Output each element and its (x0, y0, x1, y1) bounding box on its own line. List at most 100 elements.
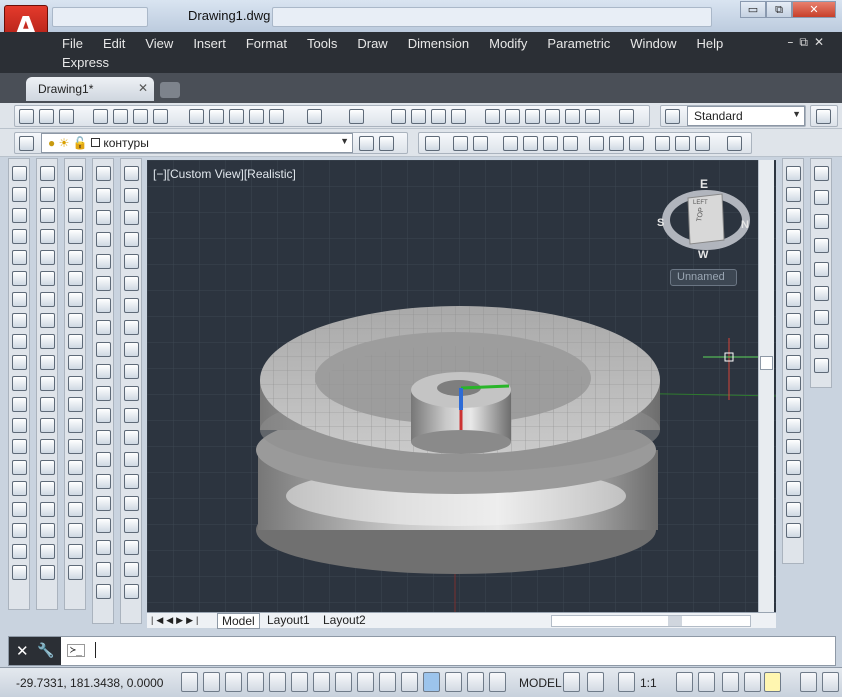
tool-icon[interactable] (68, 334, 83, 349)
design-center-icon[interactable] (505, 109, 520, 124)
tool-icon[interactable] (96, 474, 111, 489)
tool-icon[interactable] (96, 166, 111, 181)
tool-icon[interactable] (124, 188, 139, 203)
paste-icon[interactable] (229, 109, 244, 124)
z-axis-vector-icon[interactable] (589, 136, 604, 151)
make-current-layer-icon[interactable] (359, 136, 374, 151)
menu-edit[interactable]: Edit (93, 34, 135, 53)
tool-icon[interactable] (68, 502, 83, 517)
quick-properties-icon[interactable] (445, 672, 462, 692)
tool-icon[interactable] (96, 584, 111, 599)
tool-icon[interactable] (96, 320, 111, 335)
polar-tracking-icon[interactable] (269, 672, 286, 692)
tab-layout2[interactable]: Layout2 (319, 613, 370, 629)
tool-icon[interactable] (124, 210, 139, 225)
info-center-search[interactable] (272, 7, 712, 27)
tool-icon[interactable] (786, 166, 801, 181)
new-tab-button[interactable] (160, 82, 180, 98)
tool-icon[interactable] (68, 418, 83, 433)
tool-icon[interactable] (96, 386, 111, 401)
tool-icon[interactable] (68, 313, 83, 328)
tool-icon[interactable] (124, 584, 139, 599)
dynamic-ucs-icon[interactable] (357, 672, 374, 692)
object-snap-tracking-icon[interactable] (335, 672, 352, 692)
tool-icon[interactable] (40, 271, 55, 286)
tool-icon[interactable] (786, 271, 801, 286)
tab-layout1[interactable]: Layout1 (263, 613, 314, 629)
ucs-icon[interactable] (425, 136, 440, 151)
dimension-style-icon[interactable] (816, 109, 831, 124)
menu-express[interactable]: Express (52, 53, 119, 72)
copy-icon[interactable] (209, 109, 224, 124)
tool-icon[interactable] (96, 452, 111, 467)
tool-icon[interactable] (68, 439, 83, 454)
tool-icon[interactable] (96, 254, 111, 269)
tool-icon[interactable] (40, 502, 55, 517)
new-icon[interactable] (19, 109, 34, 124)
tool-icon[interactable] (124, 430, 139, 445)
tool-icon[interactable] (814, 214, 829, 229)
tool-icon[interactable] (96, 188, 111, 203)
tool-icon[interactable] (68, 166, 83, 181)
lineweight-icon[interactable] (401, 672, 418, 692)
tool-icon[interactable] (96, 298, 111, 313)
tool-icon[interactable] (12, 208, 27, 223)
quick-access-bar[interactable] (52, 7, 148, 27)
tool-icon[interactable] (96, 518, 111, 533)
tool-icon[interactable] (68, 229, 83, 244)
tool-icon[interactable] (124, 232, 139, 247)
tool-icon[interactable] (814, 238, 829, 253)
close-icon[interactable]: ✕ (16, 642, 29, 660)
tool-icon[interactable] (40, 187, 55, 202)
tool-icon[interactable] (40, 355, 55, 370)
tool-icon[interactable] (814, 310, 829, 325)
tool-icon[interactable] (124, 452, 139, 467)
tool-icon[interactable] (12, 313, 27, 328)
sheet-set-icon[interactable] (545, 109, 560, 124)
tool-icon[interactable] (786, 208, 801, 223)
isolate-objects-icon[interactable] (800, 672, 817, 692)
tool-icon[interactable] (68, 208, 83, 223)
infer-constraints-icon[interactable] (181, 672, 198, 692)
tool-icon[interactable] (40, 523, 55, 538)
tool-icon[interactable] (40, 376, 55, 391)
tool-icon[interactable] (68, 544, 83, 559)
selection-cycling-icon[interactable] (467, 672, 484, 692)
menu-parametric[interactable]: Parametric (537, 34, 620, 53)
doc-tab-drawing1[interactable]: Drawing1* ✕ (26, 77, 154, 101)
tool-icon[interactable] (124, 562, 139, 577)
save-icon[interactable] (59, 109, 74, 124)
plot-icon[interactable] (133, 109, 148, 124)
command-prompt-icon[interactable]: ≻_ (67, 644, 86, 657)
layer-properties-icon[interactable] (19, 136, 34, 151)
tool-icon[interactable] (786, 292, 801, 307)
tool-icon[interactable] (786, 187, 801, 202)
quick-view-drawings-icon[interactable] (587, 672, 604, 692)
tool-icon[interactable] (12, 355, 27, 370)
menu-help[interactable]: Help (687, 34, 734, 53)
tool-icon[interactable] (786, 355, 801, 370)
tool-icon[interactable] (786, 418, 801, 433)
tool-icon[interactable] (12, 397, 27, 412)
tool-icon[interactable] (12, 565, 27, 580)
tool-icon[interactable] (124, 320, 139, 335)
zoom-realtime-icon[interactable] (411, 109, 426, 124)
horizontal-scroll-thumb[interactable] (668, 616, 682, 626)
tool-icon[interactable] (124, 342, 139, 357)
tool-icon[interactable] (68, 397, 83, 412)
vertical-scroll-thumb[interactable] (760, 356, 773, 370)
print-preview-icon[interactable] (113, 109, 128, 124)
tool-icon[interactable] (96, 408, 111, 423)
grid-display-icon[interactable] (225, 672, 242, 692)
coordinate-readout[interactable]: -29.7331, 181.3438, 0.0000 (16, 676, 163, 690)
tool-icon[interactable] (814, 262, 829, 277)
quick-view-layouts-icon[interactable] (563, 672, 580, 692)
lock-icon[interactable] (744, 672, 761, 692)
tool-icon[interactable] (68, 187, 83, 202)
auto-scale-icon[interactable] (698, 672, 715, 692)
workspace-gear-icon[interactable] (722, 672, 739, 692)
tool-icon[interactable] (124, 254, 139, 269)
tool-icon[interactable] (786, 313, 801, 328)
layer-previous-icon[interactable] (379, 136, 394, 151)
document-window-controls[interactable]: –⧉✕ (787, 35, 830, 50)
